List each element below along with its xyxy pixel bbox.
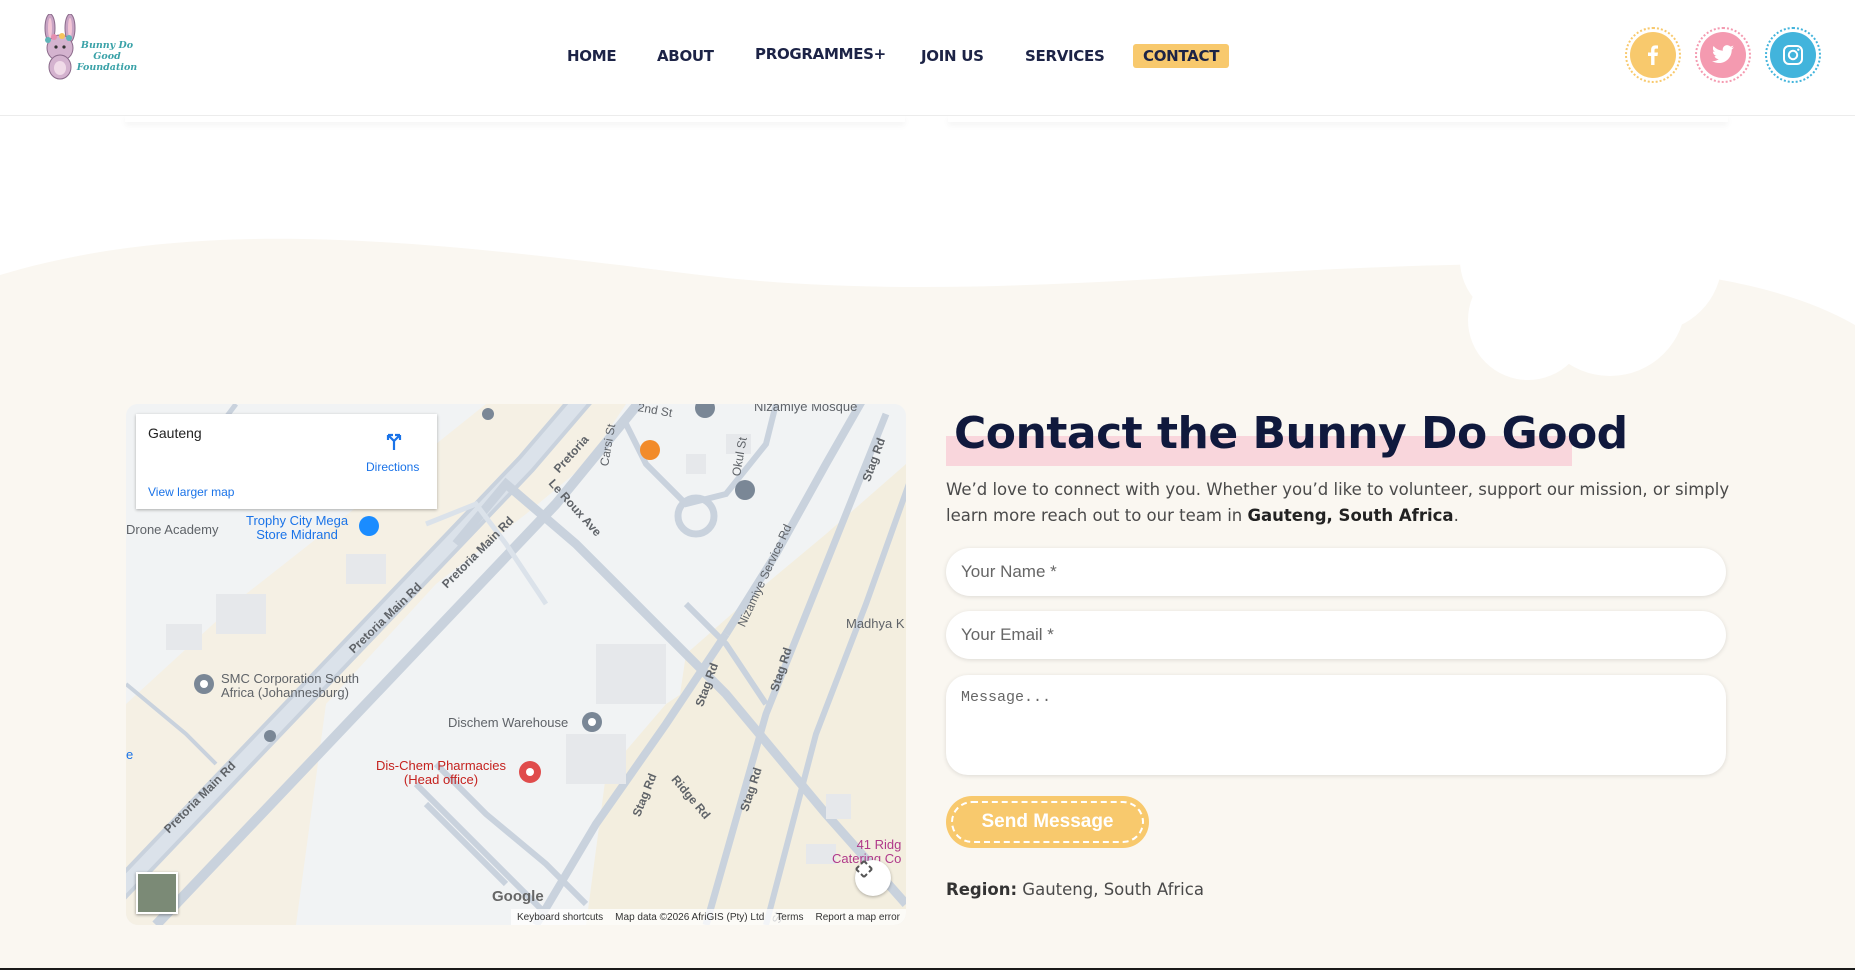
send-message-button[interactable]: Send Message <box>946 796 1149 848</box>
email-field[interactable] <box>946 611 1726 659</box>
google-map[interactable]: Trophy City Mega Store Midrand Drone Acad… <box>126 404 906 925</box>
twitter-link[interactable] <box>1695 27 1751 83</box>
nav-services[interactable]: SERVICES <box>1025 44 1105 68</box>
instagram-link[interactable] <box>1765 27 1821 83</box>
map-place-name: Gauteng <box>148 425 202 441</box>
map-label-smc: SMC Corporation South Africa (Johannesbur… <box>221 671 360 700</box>
nav-about[interactable]: ABOUT <box>657 44 714 68</box>
map-label-trophy: Trophy City Mega Store Midrand <box>246 513 349 542</box>
brand-name-line2: Foundation <box>76 62 138 73</box>
site-header: Bunny Do Good Foundation HOME ABOUT PROG… <box>0 0 1855 116</box>
fullscreen-icon <box>855 860 873 878</box>
map-label-dischem-warehouse: Dischem Warehouse <box>448 715 569 730</box>
map-attribution: Keyboard shortcuts Map data ©2026 AfriGI… <box>511 909 906 925</box>
satellite-toggle-button[interactable] <box>136 872 178 914</box>
keyboard-shortcuts-link[interactable]: Keyboard shortcuts <box>517 912 603 923</box>
twitter-icon <box>1700 32 1746 78</box>
map-data-text: Map data ©2026 AfriGIS (Pty) Ltd <box>615 911 765 923</box>
intro-location: Gauteng, South Africa <box>1247 506 1454 525</box>
region-label: Region: <box>946 880 1018 899</box>
map-info-card: Gauteng Directions View larger map <box>136 414 437 509</box>
google-logo: Google <box>492 888 544 905</box>
directions-icon[interactable] <box>383 430 405 452</box>
nav-programmes[interactable]: PROGRAMMES+ <box>755 42 886 66</box>
page-title: Contact the Bunny Do Good <box>954 408 1628 459</box>
map-label-edge: e <box>126 747 134 762</box>
map-label-madhya: Madhya K <box>846 616 905 631</box>
region-value: Gauteng, South Africa <box>1022 880 1204 899</box>
instagram-icon <box>1770 32 1816 78</box>
fullscreen-button[interactable] <box>855 860 891 896</box>
send-message-label: Send Message <box>951 801 1144 843</box>
map-label-drone: Drone Academy <box>126 522 219 537</box>
message-field[interactable] <box>946 675 1726 775</box>
facebook-link[interactable] <box>1625 27 1681 83</box>
nav-home[interactable]: HOME <box>567 44 617 68</box>
plus-icon: + <box>873 45 887 63</box>
report-error-link[interactable]: Report a map error <box>816 912 900 923</box>
nav-contact[interactable]: CONTACT <box>1133 44 1230 68</box>
contact-intro: We’d love to connect with you. Whether y… <box>946 480 1730 525</box>
nav-programmes-label: PROGRAMMES <box>755 45 874 63</box>
facebook-icon <box>1630 32 1676 78</box>
region-info: Region: Gauteng, South Africa <box>946 880 1204 899</box>
terms-link[interactable]: Terms <box>776 912 803 923</box>
view-larger-map-link[interactable]: View larger map <box>148 485 234 499</box>
contact-heading: Contact the Bunny Do Good <box>946 408 1628 466</box>
map-label-dischem-head-office: Dis-Chem Pharmacies (Head office) <box>376 758 507 787</box>
map-label-mosque: Nizamiye Mosque <box>754 404 858 414</box>
brand-logo[interactable]: Bunny Do Good Foundation <box>36 13 146 80</box>
directions-link[interactable]: Directions <box>366 460 419 474</box>
brand-name-line1: Bunny Do Good <box>80 40 134 62</box>
name-field[interactable] <box>946 548 1726 596</box>
nav-join-us[interactable]: JOIN US <box>921 44 984 68</box>
